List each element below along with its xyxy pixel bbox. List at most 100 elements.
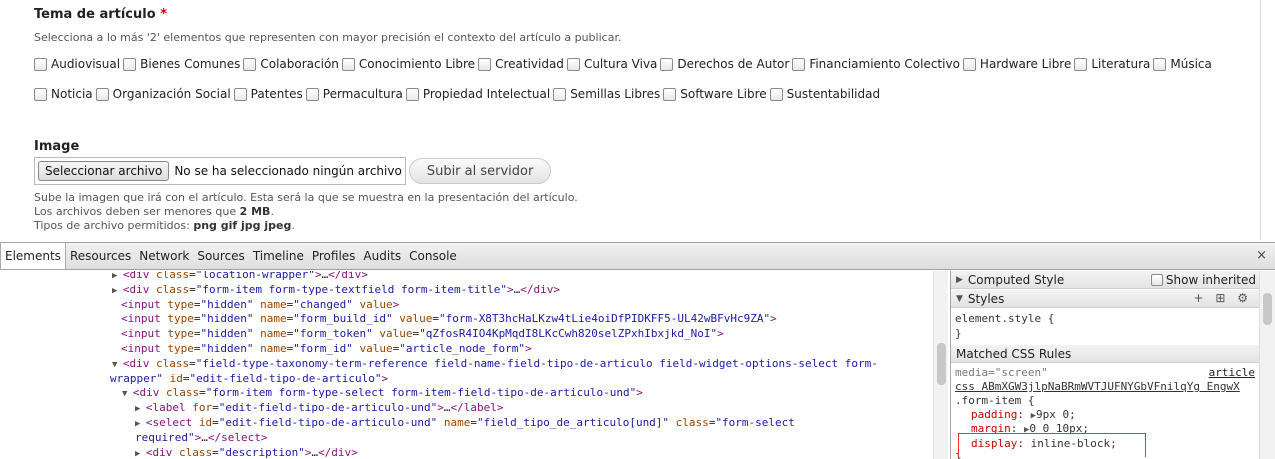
tema-option-label: Sustentabilidad xyxy=(786,87,881,101)
tema-option-checkbox[interactable] xyxy=(305,87,319,101)
show-inherited-checkbox[interactable] xyxy=(1150,274,1163,286)
dom-node-line[interactable]: ▶ <div class="description">…</div> xyxy=(135,446,358,459)
tab-profiles[interactable]: Profiles xyxy=(308,243,360,269)
element-style-open: element.style { xyxy=(955,312,1055,325)
tema-description: Selecciona a lo más '2' elementos que re… xyxy=(34,31,622,44)
page-content: Tema de artículo * Selecciona a lo más '… xyxy=(0,0,1275,242)
tab-network[interactable]: Network xyxy=(135,243,193,269)
tema-option[interactable]: Financiamiento Colectivo xyxy=(792,57,960,71)
tema-option-checkbox[interactable] xyxy=(792,57,806,71)
required-mark: * xyxy=(160,7,167,22)
dom-node-line[interactable]: ▼ <div class="form-item form-type-select… xyxy=(122,386,643,402)
tema-option[interactable]: Derechos de Autor xyxy=(660,57,789,71)
tema-option-checkbox[interactable] xyxy=(95,87,109,101)
tema-option-checkbox[interactable] xyxy=(34,87,47,101)
max-size: 2 MB xyxy=(239,205,271,218)
dom-node-line[interactable]: ▶ <div class="form-item form-type-textfi… xyxy=(112,283,560,299)
file-input[interactable]: Seleccionar archivo No se ha seleccionad… xyxy=(34,157,406,185)
upload-button[interactable]: Subir al servidor xyxy=(408,158,552,184)
dom-node-line[interactable]: <input type="hidden" name="form_token" v… xyxy=(121,327,724,342)
tema-option[interactable]: Noticia xyxy=(34,87,93,101)
tab-timeline[interactable]: Timeline xyxy=(249,243,308,269)
dom-node-line[interactable]: <input type="hidden" name="changed" valu… xyxy=(121,298,399,313)
tema-option[interactable]: Patentes xyxy=(233,87,303,101)
css-selector: .form-item { xyxy=(955,394,1035,407)
tema-option-checkbox[interactable] xyxy=(243,57,257,71)
dom-node-line[interactable]: wrapper" id="edit-field-tipo-de-articulo… xyxy=(110,372,388,387)
dom-scrollbar[interactable] xyxy=(933,271,948,459)
tema-option-checkbox[interactable] xyxy=(341,57,355,71)
media-query: media="screen" xyxy=(955,366,1048,379)
allowed-types: png gif jpg jpeg xyxy=(193,219,292,232)
styles-header[interactable]: ▼ Styles + ⊞ ⚙ xyxy=(951,290,1260,308)
page-scrollbar[interactable] xyxy=(1258,0,1275,242)
tema-option-label: Noticia xyxy=(51,87,93,101)
tema-option[interactable]: Hardware Libre xyxy=(962,57,1072,71)
tema-option[interactable]: Audiovisual xyxy=(34,57,120,71)
dom-node-line[interactable]: <input type="hidden" name="form_build_id… xyxy=(121,312,777,327)
tema-option[interactable]: Organización Social xyxy=(95,87,231,101)
show-inherited-toggle[interactable]: Show inherited xyxy=(1150,273,1256,287)
styles-sidebar: ▶ Computed Style Show inherited ▼ Styles… xyxy=(950,271,1275,459)
tema-option-label: Hardware Libre xyxy=(979,57,1072,71)
tema-option[interactable]: Conocimiento Libre xyxy=(341,57,475,71)
tab-elements[interactable]: Elements xyxy=(0,243,66,269)
dom-node-line[interactable]: ▶ <select id="edit-field-tipo-de-articul… xyxy=(135,416,795,432)
choose-file-button[interactable]: Seleccionar archivo xyxy=(38,161,170,181)
close-icon[interactable]: × xyxy=(1256,248,1267,263)
tema-option[interactable]: Cultura Viva xyxy=(566,57,658,71)
tema-option-checkbox[interactable] xyxy=(962,57,976,71)
highlight-annotation xyxy=(958,433,1146,457)
tema-option-checkbox[interactable] xyxy=(34,57,47,71)
tema-option-label: Permacultura xyxy=(322,87,403,101)
tab-console[interactable]: Console xyxy=(405,243,461,269)
tema-option-label: Propiedad Intelectual xyxy=(422,87,551,101)
tema-option[interactable]: Sustentabilidad xyxy=(769,87,881,101)
tema-option[interactable]: Propiedad Intelectual xyxy=(405,87,551,101)
tab-sources[interactable]: Sources xyxy=(193,243,248,269)
tab-audits[interactable]: Audits xyxy=(359,243,405,269)
source-link-1[interactable]: article xyxy=(1209,366,1255,379)
tema-option-checkbox[interactable] xyxy=(660,57,674,71)
matched-rules-header: Matched CSS Rules xyxy=(951,345,1260,363)
tema-option-checkbox[interactable] xyxy=(123,57,137,71)
tema-option[interactable]: Música xyxy=(1153,57,1212,71)
dom-node-line[interactable]: ▶ <label for="edit-field-tipo-de-articul… xyxy=(135,401,504,417)
tab-resources[interactable]: Resources xyxy=(66,243,135,269)
tema-option-checkbox[interactable] xyxy=(1074,57,1088,71)
tema-option-label: Cultura Viva xyxy=(583,57,658,71)
dom-node-line[interactable]: required">…</select> xyxy=(135,431,267,446)
devtools-panel: Elements Resources Network Sources Timeline P… xyxy=(0,242,1275,459)
tema-option-label: Derechos de Autor xyxy=(677,57,790,71)
style-tools-icons[interactable]: + ⊞ ⚙ xyxy=(1194,291,1253,305)
tema-option[interactable]: Colaboración xyxy=(243,57,339,71)
tema-options-row-1: Audiovisual Bienes Comunes Colaboración Con… xyxy=(34,57,1215,71)
tema-option[interactable]: Creatividad xyxy=(478,57,564,71)
tema-option[interactable]: Permacultura xyxy=(305,87,403,101)
tema-option[interactable]: Bienes Comunes xyxy=(123,57,240,71)
tema-option-label: Música xyxy=(1170,57,1212,71)
tema-option-checkbox[interactable] xyxy=(553,87,567,101)
tema-option-checkbox[interactable] xyxy=(405,87,419,101)
tema-option-checkbox[interactable] xyxy=(1153,57,1167,71)
tema-option-checkbox[interactable] xyxy=(233,87,247,101)
devtools-tabbar: Elements Resources Network Sources Timeline P… xyxy=(0,243,1275,270)
tema-option-label: Patentes xyxy=(250,87,303,101)
dom-node-line[interactable]: ▼ <div class="field-type-taxonomy-term-r… xyxy=(112,357,878,373)
source-link-2[interactable]: css ABmXGW3jlpNaBRmWVTJUFNYGbVFnilqYg En… xyxy=(955,380,1240,393)
tema-option-checkbox[interactable] xyxy=(769,87,783,101)
tema-option-checkbox[interactable] xyxy=(478,57,492,71)
tema-option-label: Semillas Libres xyxy=(570,87,661,101)
tema-option[interactable]: Software Libre xyxy=(663,87,767,101)
tema-option-label: Creatividad xyxy=(495,57,564,71)
computed-style-header[interactable]: ▶ Computed Style Show inherited xyxy=(951,271,1260,289)
styles-scrollbar[interactable] xyxy=(1259,271,1275,459)
tema-option[interactable]: Literatura xyxy=(1074,57,1150,71)
tema-option-checkbox[interactable] xyxy=(663,87,677,101)
css-prop-padding[interactable]: padding: ▶9px 0; xyxy=(971,408,1076,421)
tema-option-checkbox[interactable] xyxy=(566,57,580,71)
tema-option[interactable]: Semillas Libres xyxy=(553,87,660,101)
dom-node-line[interactable]: <input type="hidden" name="form_id" valu… xyxy=(121,342,532,357)
tema-option-label: Bienes Comunes xyxy=(140,57,241,71)
file-status-text: No se ha seleccionado ningún archivo xyxy=(174,164,402,178)
